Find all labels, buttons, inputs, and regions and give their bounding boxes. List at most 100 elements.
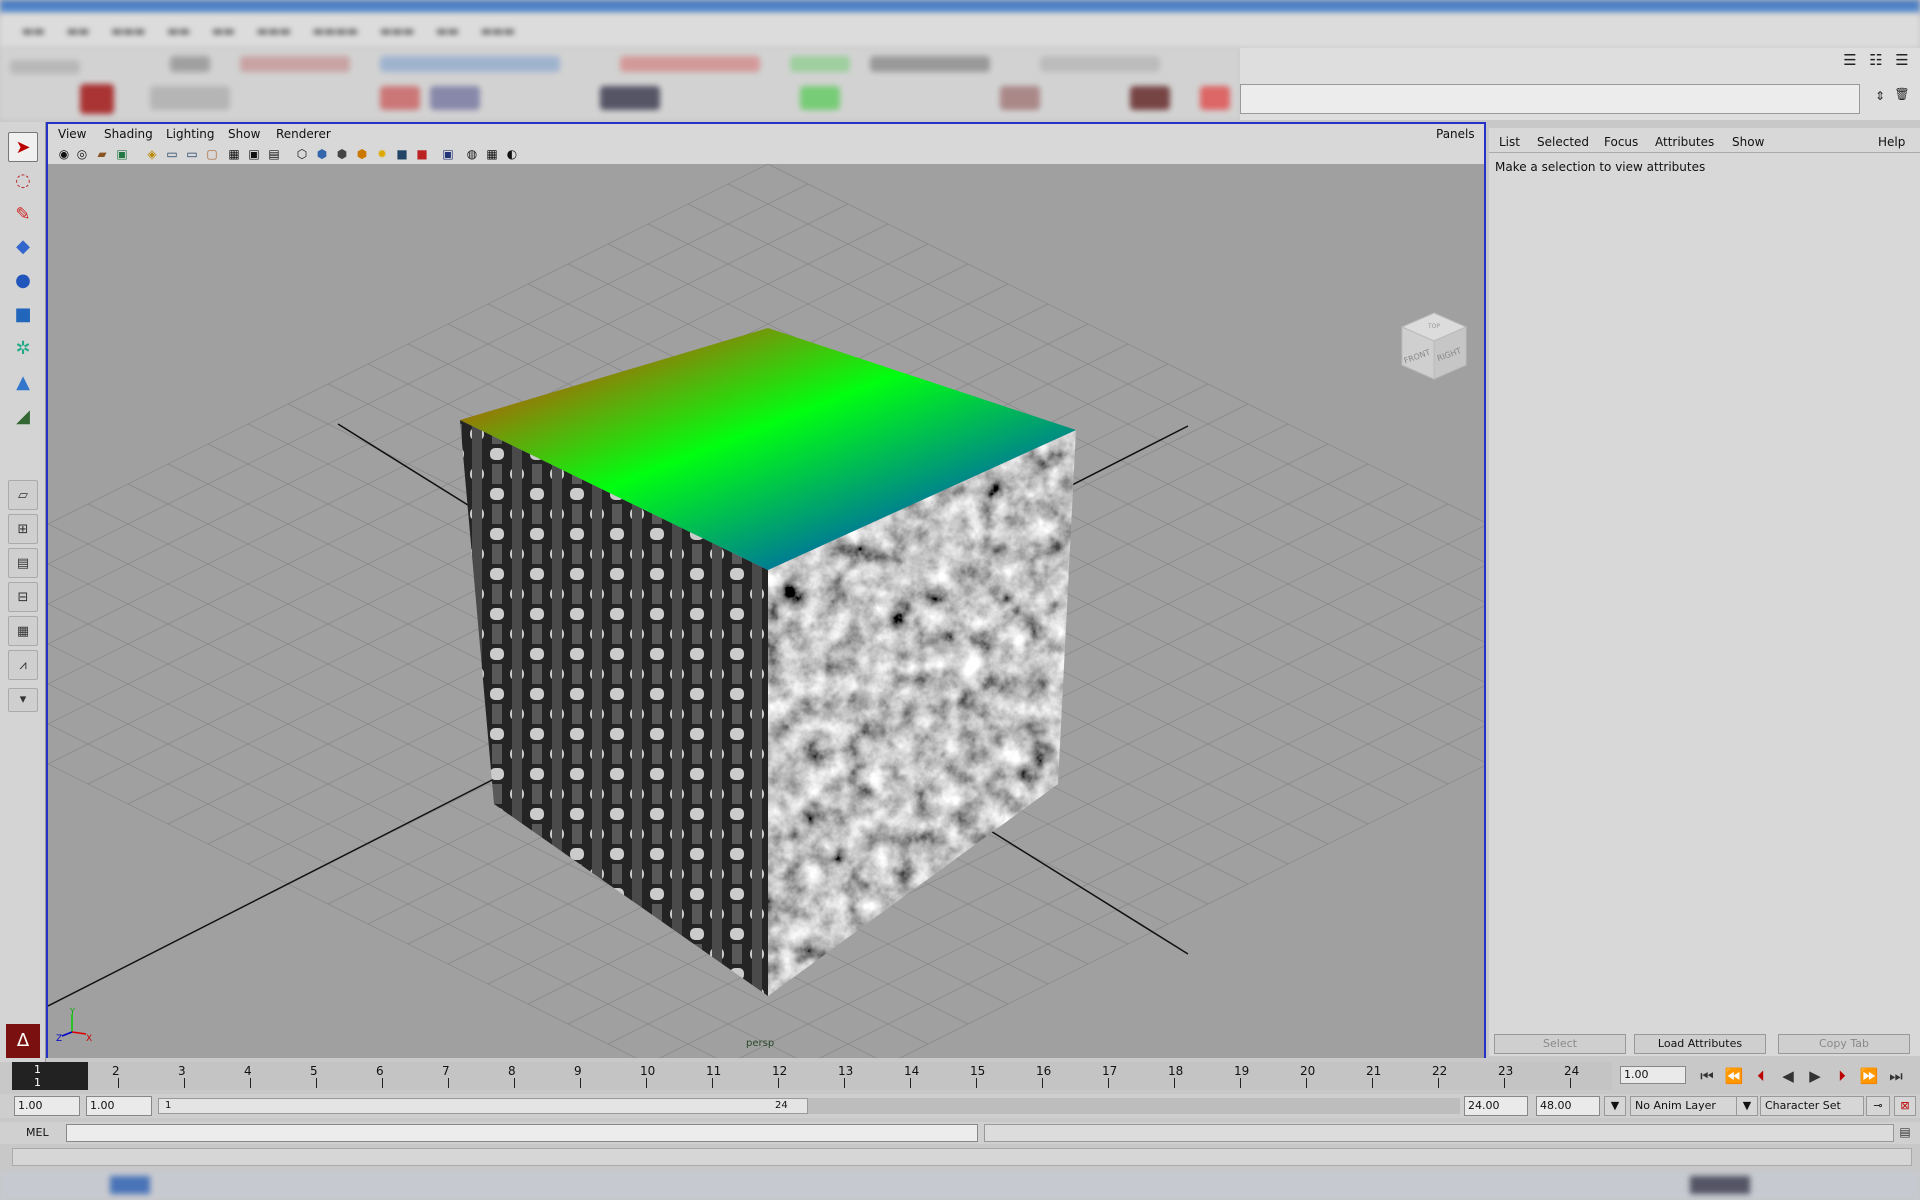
step-back-frame-icon[interactable]: ⏴ <box>1748 1064 1774 1088</box>
film-gate-icon[interactable]: ▭ <box>164 146 180 162</box>
high-quality-icon[interactable]: ■ <box>414 146 430 162</box>
character-set-dropdown[interactable]: Character Set <box>1760 1096 1864 1116</box>
current-frame-field[interactable]: 1.00 <box>1620 1066 1686 1084</box>
gate-mask-icon[interactable]: ▢ <box>204 146 220 162</box>
show-manip-icon[interactable]: ◢ <box>8 402 38 432</box>
mel-input[interactable] <box>66 1124 978 1142</box>
bookmark-icon[interactable]: ▰ <box>94 146 110 162</box>
range-slider-bar[interactable]: 1 24 <box>158 1098 808 1114</box>
menu-renderer[interactable]: Renderer <box>276 127 331 141</box>
frame-number: 9 <box>574 1064 582 1078</box>
camera-attributes-icon[interactable]: ◎ <box>74 146 90 162</box>
taskbar <box>0 1170 1920 1200</box>
view-cube-top-label: TOP <box>1427 323 1440 330</box>
menu-attributes[interactable]: Attributes <box>1655 135 1714 149</box>
smooth-shade-icon[interactable]: ⬢ <box>314 146 330 162</box>
textured-icon[interactable]: ⬢ <box>354 146 370 162</box>
time-slider[interactable]: 2 3 4 5 6 7 8 9 10 11 12 13 14 15 16 17 18 19 20 21 22 23 24 <box>12 1062 1612 1090</box>
mel-label[interactable]: MEL <box>26 1126 49 1139</box>
play-forward-icon[interactable]: ▶ <box>1802 1064 1828 1088</box>
menu-show[interactable]: Show <box>228 127 260 141</box>
four-pane-icon[interactable]: ⊞ <box>8 514 38 544</box>
outliner-pane-icon[interactable]: ▤ <box>8 548 38 578</box>
menu-list[interactable]: List <box>1499 135 1520 149</box>
step-back-key-icon[interactable]: ⏪ <box>1721 1064 1747 1088</box>
step-forward-frame-icon[interactable]: ⏩ <box>1856 1064 1882 1088</box>
axis-gizmo-icon: Y Z X <box>56 1008 92 1044</box>
lasso-icon[interactable]: ◌ <box>8 166 38 196</box>
scale-icon[interactable]: ■ <box>8 300 38 330</box>
universal-manip-icon[interactable]: ✲ <box>8 334 38 364</box>
copy-tab-button[interactable]: Copy Tab <box>1778 1034 1910 1054</box>
play-back-icon[interactable]: ◀ <box>1775 1064 1801 1088</box>
wireframe-icon[interactable]: ⬡ <box>294 146 310 162</box>
frame-tick <box>1042 1078 1043 1088</box>
field-chart-icon[interactable]: ▦ <box>226 146 242 162</box>
frame-tick <box>250 1078 251 1088</box>
window-titlebar <box>0 0 1920 14</box>
lights-icon[interactable]: ✹ <box>374 146 390 162</box>
frame-number: 17 <box>1102 1064 1118 1078</box>
more-layouts-icon[interactable]: ▾ <box>8 688 38 712</box>
move-icon[interactable]: ◆ <box>8 232 38 262</box>
anim-end-field[interactable]: 48.00 <box>1536 1096 1600 1116</box>
menu-lighting[interactable]: Lighting <box>166 127 215 141</box>
channel-box-toggle-icon[interactable]: ☰ <box>1840 50 1860 70</box>
single-pane-icon[interactable]: ▱ <box>8 480 38 510</box>
safe-title-icon[interactable]: ▤ <box>266 146 282 162</box>
menu-panels[interactable]: Panels <box>1436 127 1475 141</box>
grid-toggle-icon[interactable]: ◈ <box>144 146 160 162</box>
camera-select-icon[interactable]: ◉ <box>56 146 72 162</box>
frame-tick <box>1240 1078 1241 1088</box>
safe-action-icon[interactable]: ▣ <box>246 146 262 162</box>
resolution-gate-icon[interactable]: ▭ <box>184 146 200 162</box>
menu-view[interactable]: View <box>58 127 86 141</box>
rotate-icon[interactable]: ● <box>8 266 38 296</box>
frame-tick <box>1372 1078 1373 1088</box>
auto-key-dropdown-icon[interactable]: ▼ <box>1604 1096 1626 1116</box>
persp-outliner-icon[interactable]: ▦ <box>8 616 38 646</box>
trash-icon[interactable]: 🗑 <box>1892 84 1912 104</box>
menu-selected[interactable]: Selected <box>1537 135 1589 149</box>
image-plane-icon[interactable]: ▣ <box>114 146 130 162</box>
graph-editor-icon[interactable]: ⩘ <box>8 650 38 680</box>
scene-canvas[interactable] <box>48 164 1484 1058</box>
attribute-editor-toggle-icon[interactable]: ☷ <box>1866 50 1886 70</box>
frame-number: 19 <box>1234 1064 1250 1078</box>
playback-start-field[interactable]: 1.00 <box>86 1096 152 1116</box>
anim-start-field[interactable]: 1.00 <box>14 1096 80 1116</box>
load-attributes-button[interactable]: Load Attributes <box>1634 1034 1766 1054</box>
tool-settings-toggle-icon[interactable]: ☰ <box>1892 50 1912 70</box>
select-arrow-icon[interactable]: ➤ <box>8 132 38 162</box>
xray-icon[interactable]: ◍ <box>464 146 480 162</box>
xray-joints-icon[interactable]: ▦ <box>484 146 500 162</box>
menu-show[interactable]: Show <box>1732 135 1764 149</box>
frame-tick <box>712 1078 713 1088</box>
menu-focus[interactable]: Focus <box>1604 135 1638 149</box>
script-editor-icon[interactable]: ▤ <box>1892 1122 1918 1142</box>
current-frame-marker[interactable]: 1 1 <box>12 1062 88 1090</box>
xray-active-icon[interactable]: ◐ <box>504 146 520 162</box>
wireframe-on-shaded-icon[interactable]: ⬢ <box>334 146 350 162</box>
paint-select-icon[interactable]: ✎ <box>8 200 38 230</box>
shadows-icon[interactable]: ■ <box>394 146 410 162</box>
go-to-end-icon[interactable]: ⏭ <box>1883 1064 1909 1088</box>
isolate-select-icon[interactable]: ▣ <box>440 146 456 162</box>
status-line-field[interactable] <box>1240 84 1860 114</box>
viewport-panel[interactable]: View Shading Lighting Show Renderer Pane… <box>46 122 1486 1058</box>
go-to-start-icon[interactable]: ⏮ <box>1694 1064 1720 1088</box>
soft-mod-icon[interactable]: ▲ <box>8 368 38 398</box>
axis-z-label: Z <box>56 1034 62 1044</box>
step-forward-key-icon[interactable]: ⏵ <box>1829 1064 1855 1088</box>
persp-graph-icon[interactable]: ⊟ <box>8 582 38 612</box>
prefs-icon[interactable]: ⊠ <box>1894 1096 1916 1116</box>
menu-shading[interactable]: Shading <box>104 127 153 141</box>
playback-end-field[interactable]: 24.00 <box>1464 1096 1528 1116</box>
anim-layer-arrow-icon[interactable]: ▼ <box>1736 1096 1758 1116</box>
key-icon[interactable]: ⊸ <box>1866 1096 1890 1116</box>
anim-layer-dropdown[interactable]: No Anim Layer <box>1630 1096 1740 1116</box>
view-cube[interactable]: TOP FRONT RIGHT <box>1398 309 1470 385</box>
select-button[interactable]: Select <box>1494 1034 1626 1054</box>
scroll-arrows-icon[interactable]: ⇕ <box>1870 86 1890 106</box>
menu-help[interactable]: Help <box>1878 135 1905 149</box>
